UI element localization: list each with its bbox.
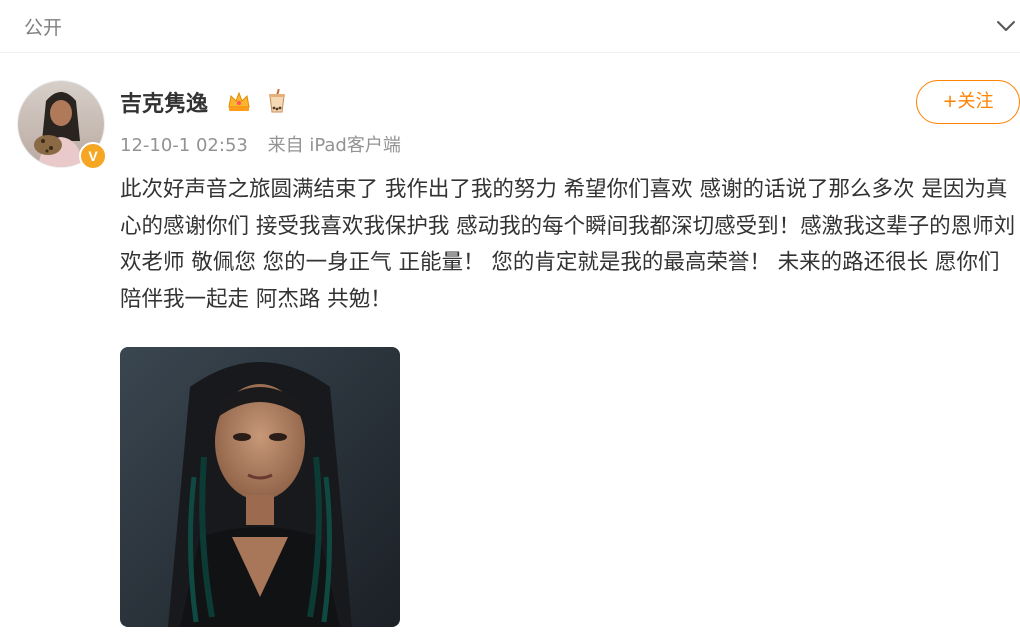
post-meta: 12-10-1 02:53 来自 iPad客户端: [120, 131, 415, 157]
author-name[interactable]: 吉克隽逸: [120, 86, 208, 118]
post-header-bar: 公开: [0, 0, 1020, 53]
chevron-down-icon[interactable]: [994, 14, 1018, 38]
follow-button[interactable]: +关注: [916, 80, 1020, 124]
post-photo[interactable]: [120, 347, 400, 627]
bubble-tea-icon[interactable]: [264, 88, 290, 114]
post-body-text: 此次好声音之旅圆满结束了 我作出了我的努力 希望你们喜欢 感谢的话说了那么多次 …: [120, 177, 1016, 312]
crown-icon[interactable]: [226, 88, 252, 114]
visibility-label: 公开: [24, 17, 63, 39]
post-source: 来自 iPad客户端: [267, 135, 401, 156]
author-avatar-container[interactable]: V: [17, 80, 107, 170]
verified-badge-icon: V: [79, 142, 107, 170]
post-timestamp[interactable]: 12-10-1 02:53: [120, 135, 248, 156]
